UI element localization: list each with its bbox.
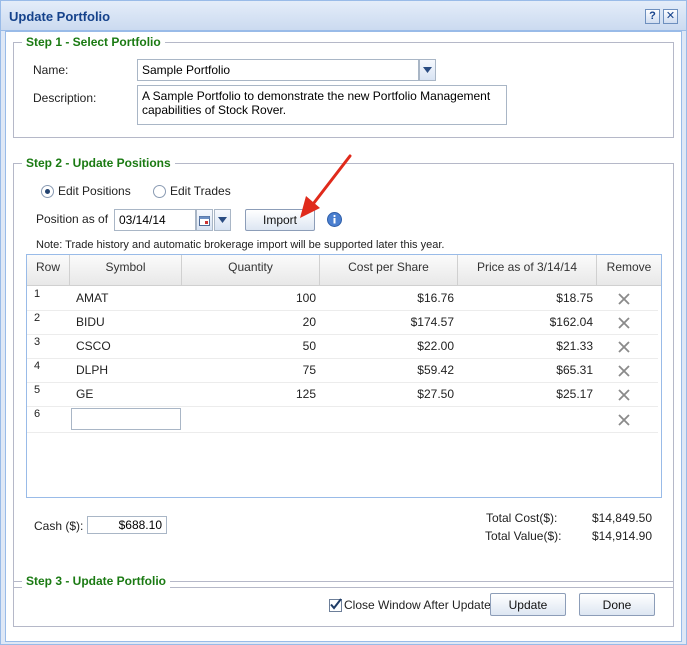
- row-number: 6: [34, 408, 41, 420]
- row-quantity[interactable]: 20: [187, 311, 316, 335]
- column-header-remove[interactable]: Remove: [597, 255, 661, 286]
- row-cost[interactable]: $16.76: [325, 287, 454, 311]
- row-price: $65.31: [556, 363, 593, 377]
- edit-positions-label[interactable]: Edit Positions: [58, 184, 131, 198]
- row-symbol[interactable]: GE: [76, 383, 93, 407]
- positions-grid: Row Symbol Quantity Cost per Share Price…: [26, 254, 662, 498]
- red-arrow-icon: [300, 154, 352, 218]
- description-value: A Sample Portfolio to demonstrate the ne…: [142, 89, 491, 117]
- portfolio-name-value: Sample Portfolio: [142, 63, 231, 77]
- date-picker-button[interactable]: [196, 209, 213, 231]
- column-header-row[interactable]: Row: [27, 255, 70, 286]
- update-label: Update: [508, 597, 548, 612]
- position-date-field[interactable]: 03/14/14: [114, 209, 196, 231]
- row-quantity[interactable]: 75: [187, 359, 316, 383]
- row-price: $18.75: [556, 291, 593, 305]
- description-label: Description:: [33, 91, 97, 105]
- row-quantity[interactable]: 125: [187, 383, 316, 407]
- total-cost-label: Total Cost($):: [486, 511, 558, 525]
- row-cost[interactable]: $174.57: [325, 311, 454, 335]
- new-symbol-input[interactable]: [71, 408, 181, 430]
- cash-label: Cash ($):: [34, 519, 84, 533]
- close-icon[interactable]: [616, 387, 632, 403]
- window-titlebar[interactable]: Update Portfolio ? ✕: [1, 1, 686, 31]
- portfolio-dropdown-button[interactable]: [419, 59, 436, 81]
- close-icon[interactable]: [616, 315, 632, 331]
- step1-fieldset: Step 1 - Select Portfolio Name: Sample P…: [13, 35, 674, 138]
- row-price: $25.17: [556, 387, 593, 401]
- position-as-of-label: Position as of: [36, 212, 109, 226]
- done-label: Done: [602, 597, 632, 612]
- table-row[interactable]: 1 AMAT 100 $16.76 $18.75: [27, 287, 658, 311]
- close-after-update-label[interactable]: Close Window After Update: [344, 598, 491, 612]
- table-row[interactable]: 2 BIDU 20 $174.57 $162.04: [27, 311, 658, 335]
- done-button[interactable]: Done: [579, 593, 655, 616]
- chevron-down-icon: [423, 67, 432, 73]
- row-number: 1: [34, 288, 41, 300]
- step1-legend: Step 1 - Select Portfolio: [22, 35, 165, 49]
- total-cost-value: $14,849.50: [591, 511, 652, 525]
- row-quantity[interactable]: 50: [187, 335, 316, 359]
- help-icon: ?: [649, 10, 656, 22]
- column-header-quantity[interactable]: Quantity: [182, 255, 320, 286]
- total-value-value: $14,914.90: [591, 529, 652, 543]
- table-row[interactable]: 5 GE 125 $27.50 $25.17: [27, 383, 658, 407]
- step3-legend: Step 3 - Update Portfolio: [22, 574, 171, 588]
- row-symbol[interactable]: CSCO: [76, 335, 111, 359]
- close-after-update-checkbox[interactable]: [329, 598, 342, 612]
- step2-legend: Step 2 - Update Positions: [22, 156, 175, 170]
- calendar-icon: [199, 215, 210, 226]
- row-price: $21.33: [556, 339, 593, 353]
- date-dropdown-button[interactable]: [214, 209, 231, 231]
- row-quantity[interactable]: 100: [187, 287, 316, 311]
- edit-positions-radio[interactable]: [41, 185, 54, 198]
- step3-fieldset: Step 3 - Update Portfolio Close Window A…: [13, 574, 674, 627]
- row-cost[interactable]: $59.42: [325, 359, 454, 383]
- edit-trades-label[interactable]: Edit Trades: [170, 184, 231, 198]
- description-textarea[interactable]: A Sample Portfolio to demonstrate the ne…: [137, 85, 507, 125]
- edit-trades-radio[interactable]: [153, 185, 166, 198]
- row-cost[interactable]: $27.50: [325, 383, 454, 407]
- table-row-new[interactable]: 6: [27, 407, 658, 433]
- close-icon: ✕: [665, 10, 676, 22]
- column-header-cost[interactable]: Cost per Share: [320, 255, 458, 286]
- close-icon[interactable]: [616, 291, 632, 307]
- window-title: Update Portfolio: [9, 9, 111, 24]
- position-date-value: 03/14/14: [119, 213, 166, 227]
- name-label: Name:: [33, 63, 69, 77]
- checkmark-icon: [330, 598, 342, 610]
- row-symbol[interactable]: AMAT: [76, 287, 108, 311]
- column-header-price[interactable]: Price as of 3/14/14: [458, 255, 597, 286]
- row-price: $162.04: [549, 315, 593, 329]
- close-icon[interactable]: [616, 339, 632, 355]
- column-header-symbol[interactable]: Symbol: [70, 255, 182, 286]
- window-body: Step 1 - Select Portfolio Name: Sample P…: [5, 31, 682, 642]
- table-row[interactable]: 3 CSCO 50 $22.00 $21.33: [27, 335, 658, 359]
- row-symbol[interactable]: BIDU: [76, 311, 105, 335]
- row-number: 2: [34, 312, 41, 324]
- row-number: 3: [34, 336, 41, 348]
- cash-value: $688.10: [118, 518, 162, 532]
- portfolio-name-combo[interactable]: Sample Portfolio: [137, 59, 419, 81]
- update-button[interactable]: Update: [490, 593, 566, 616]
- close-icon[interactable]: [616, 412, 632, 428]
- help-button[interactable]: ?: [645, 9, 660, 24]
- row-symbol[interactable]: DLPH: [76, 359, 108, 383]
- total-value-label: Total Value($):: [485, 529, 562, 543]
- chevron-down-icon: [218, 217, 227, 223]
- close-icon[interactable]: [616, 363, 632, 379]
- table-row[interactable]: 4 DLPH 75 $59.42 $65.31: [27, 359, 658, 383]
- row-cost[interactable]: $22.00: [325, 335, 454, 359]
- row-number: 4: [34, 360, 41, 372]
- close-window-button[interactable]: ✕: [663, 9, 678, 24]
- row-number: 5: [34, 384, 41, 396]
- import-note: Note: Trade history and automatic broker…: [36, 239, 445, 251]
- cash-input[interactable]: $688.10: [87, 516, 167, 534]
- import-label: Import: [262, 213, 297, 227]
- grid-header: Row Symbol Quantity Cost per Share Price…: [27, 255, 661, 286]
- update-portfolio-window: Update Portfolio ? ✕ Step 1 - Select Por…: [0, 0, 687, 645]
